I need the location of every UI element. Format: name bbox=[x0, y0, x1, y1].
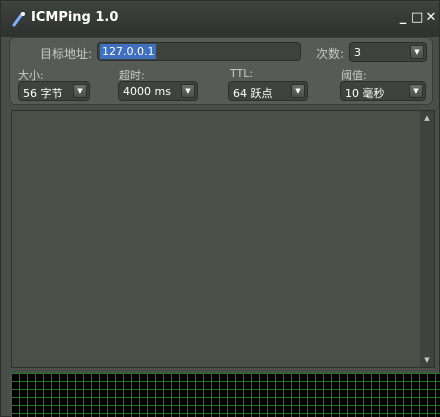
title-bar[interactable]: ICMPing 1.0 _ □ ✕ bbox=[1, 1, 439, 37]
timeout-select[interactable]: 4000 ms ▼ bbox=[118, 81, 198, 101]
scroll-down-icon[interactable]: ▼ bbox=[420, 353, 434, 367]
ttl-value: 64 跃点 bbox=[233, 87, 273, 100]
threshold-select[interactable]: 10 毫秒 ▼ bbox=[340, 81, 426, 101]
count-select[interactable]: 3 ▼ bbox=[349, 42, 427, 62]
chevron-down-icon[interactable]: ▼ bbox=[409, 84, 423, 98]
vertical-scrollbar[interactable]: ▲ ▼ bbox=[420, 111, 434, 367]
latency-graph bbox=[11, 373, 440, 417]
ping-output-area[interactable]: ▲ ▼ bbox=[11, 110, 435, 368]
scroll-up-icon[interactable]: ▲ bbox=[420, 111, 434, 125]
count-label: 次数: bbox=[316, 47, 345, 61]
target-address-label: 目标地址: bbox=[40, 47, 93, 61]
icmping-window: ICMPing 1.0 _ □ ✕ 目标地址: 127.0.0.1 次数: 3 … bbox=[0, 0, 440, 417]
minimize-button[interactable]: _ bbox=[397, 11, 409, 25]
target-address-input[interactable]: 127.0.0.1 bbox=[97, 42, 301, 61]
size-value: 56 字节 bbox=[23, 87, 63, 100]
size-select[interactable]: 56 字节 ▼ bbox=[18, 81, 90, 101]
target-address-value[interactable]: 127.0.0.1 bbox=[100, 44, 157, 59]
chevron-down-icon[interactable]: ▼ bbox=[291, 84, 305, 98]
maximize-button[interactable]: □ bbox=[411, 11, 423, 25]
threshold-value: 10 毫秒 bbox=[345, 87, 385, 100]
ttl-label: TTL: bbox=[230, 67, 254, 80]
chevron-down-icon[interactable]: ▼ bbox=[181, 84, 195, 98]
timeout-value: 4000 ms bbox=[123, 85, 171, 98]
close-button[interactable]: ✕ bbox=[425, 11, 437, 25]
chevron-down-icon[interactable]: ▼ bbox=[410, 45, 424, 59]
chevron-down-icon[interactable]: ▼ bbox=[73, 84, 87, 98]
count-value: 3 bbox=[354, 46, 361, 59]
ttl-select[interactable]: 64 跃点 ▼ bbox=[228, 81, 308, 101]
config-panel: 目标地址: 127.0.0.1 次数: 3 ▼ 大小: 56 字节 ▼ 超时: … bbox=[9, 37, 433, 105]
window-title: ICMPing 1.0 bbox=[31, 10, 119, 25]
ping-app-icon bbox=[12, 12, 25, 27]
